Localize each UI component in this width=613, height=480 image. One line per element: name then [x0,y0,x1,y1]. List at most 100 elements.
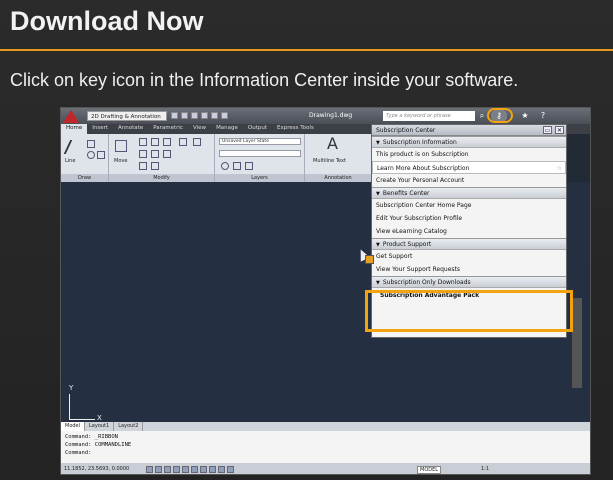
ribbon-group-layers: Unsaved Layer State Layers [215,134,305,182]
ortho-toggle[interactable] [164,466,171,473]
section-benefits-center[interactable]: ▼ Benefits Center [372,187,566,199]
mirror-icon[interactable] [163,138,171,146]
tab-express-tools[interactable]: Express Tools [272,124,319,134]
lightbulb-icon[interactable] [221,162,229,170]
title-bar: 2D Drafting & Annotation Drawing1.dwg Ty… [61,108,590,124]
tab-insert[interactable]: Insert [87,124,113,134]
save-icon[interactable] [191,112,198,119]
list-item[interactable]: View eLearning Catalog [372,225,566,238]
multiline-text-label: Multiline Text [313,158,346,164]
draw-group-label: Draw [61,174,108,182]
key-icon [365,255,374,264]
slide-subtitle: Click on key icon in the Information Cen… [10,70,519,90]
polyline-icon[interactable] [87,140,95,148]
slide-title: Download Now [10,6,204,36]
dyn-toggle[interactable] [209,466,216,473]
tab-layout1[interactable]: Layout1 [85,422,115,431]
tab-manage[interactable]: Manage [211,124,243,134]
osnap-toggle[interactable] [182,466,189,473]
undo-icon[interactable] [201,112,208,119]
title-divider [0,49,613,51]
erase-icon[interactable] [179,138,187,146]
command-prompt[interactable]: Command: [65,449,588,457]
list-item[interactable]: View Your Support Requests [372,263,566,276]
tab-home[interactable]: Home [61,124,88,134]
list-item[interactable]: Create Your Personal Account [372,174,566,187]
status-bar: 11.1852, 23.5693, 0.0000 MODEL 1:1 [61,463,590,474]
lock-icon[interactable] [245,162,253,170]
tab-view[interactable]: View [188,124,211,134]
circle-icon[interactable] [87,151,95,159]
array-icon[interactable] [151,162,159,170]
otrack-toggle[interactable] [191,466,198,473]
grid-toggle[interactable] [155,466,162,473]
star-icon[interactable]: ☆ [557,162,562,175]
tab-layout2[interactable]: Layout2 [114,422,144,431]
command-history-line: Command: _RIBBON [65,434,118,440]
key-icon-highlight [487,108,513,123]
move-icon[interactable] [115,140,127,152]
line-tool-label: Line [65,158,76,164]
ribbon-group-annotation: A Multiline Text Annotation [305,134,371,182]
tab-parametric[interactable]: Parametric [148,124,188,134]
open-icon[interactable] [181,112,188,119]
coordinate-readout: 11.1852, 23.5693, 0.0000 [64,466,130,472]
layout-tabs: Model Layout1 Layout2 [61,422,590,431]
fillet-icon[interactable] [151,150,159,158]
ducs-toggle[interactable] [200,466,207,473]
ribbon-group-draw: Line Draw [61,134,109,182]
list-item[interactable]: Get Support [372,250,566,263]
stretch-icon[interactable] [163,150,171,158]
multiline-text-icon[interactable]: A [327,134,338,153]
drafting-toggles [146,466,234,473]
infocenter-search-input[interactable]: Type a keyword or phrase [383,111,475,121]
help-icon[interactable]: ? [537,110,549,122]
command-line[interactable]: Command: _RIBBON Command: COMMANDLINE Co… [61,431,590,463]
tab-model[interactable]: Model [61,422,86,431]
list-item[interactable]: This product is on Subscription [372,148,566,161]
annotation-scale[interactable]: 1:1 [481,466,489,472]
dock-icon[interactable]: ▭ [543,126,552,134]
arc-icon[interactable] [97,151,105,159]
plot-icon[interactable] [221,112,228,119]
polar-toggle[interactable] [173,466,180,473]
ribbon-group-modify: Move Modify [109,134,215,182]
rotate-icon[interactable] [139,138,147,146]
line-icon[interactable] [63,140,81,154]
quick-access-toolbar [171,112,241,120]
list-item[interactable]: Edit Your Subscription Profile [372,212,566,225]
snap-toggle[interactable] [146,466,153,473]
star-icon[interactable]: ★ [519,110,531,122]
autocad-logo-icon[interactable] [63,110,79,123]
tab-output[interactable]: Output [243,124,272,134]
workspace-select[interactable]: 2D Drafting & Annotation [87,111,167,121]
panel-title: Subscription Center [376,127,436,134]
close-icon[interactable]: ✕ [555,126,564,134]
document-title: Drawing1.dwg [309,112,353,119]
lwt-toggle[interactable] [218,466,225,473]
annotation-group-label: Annotation [305,174,371,182]
panel-header: Subscription Center ▭ ✕ [372,125,566,136]
layer-state-select[interactable]: Unsaved Layer State [219,138,301,145]
section-subscription-information[interactable]: ▼ Subscription Information [372,136,566,148]
redo-icon[interactable] [211,112,218,119]
scale-icon[interactable] [139,162,147,170]
list-item[interactable]: Subscription Center Home Page [372,199,566,212]
layers-group-label: Layers [215,174,304,182]
vertical-scrollbar[interactable] [572,298,582,388]
list-item[interactable]: Learn More About Subscription ☆ [372,161,566,174]
new-icon[interactable] [171,112,178,119]
copy-icon[interactable] [139,150,147,158]
tab-annotate[interactable]: Annotate [113,124,148,134]
section-product-support[interactable]: ▼ Product Support [372,238,566,250]
explode-icon[interactable] [193,138,201,146]
ucs-icon: Y X [69,384,102,422]
ucs-y-label: Y [69,384,74,392]
sun-icon[interactable] [233,162,241,170]
downloads-highlight-box [365,290,573,332]
section-subscription-only-downloads[interactable]: ▼ Subscription Only Downloads [372,276,566,288]
trim-icon[interactable] [151,138,159,146]
model-space-button[interactable]: MODEL [417,466,442,474]
qp-toggle[interactable] [227,466,234,473]
layer-select[interactable] [219,150,301,157]
